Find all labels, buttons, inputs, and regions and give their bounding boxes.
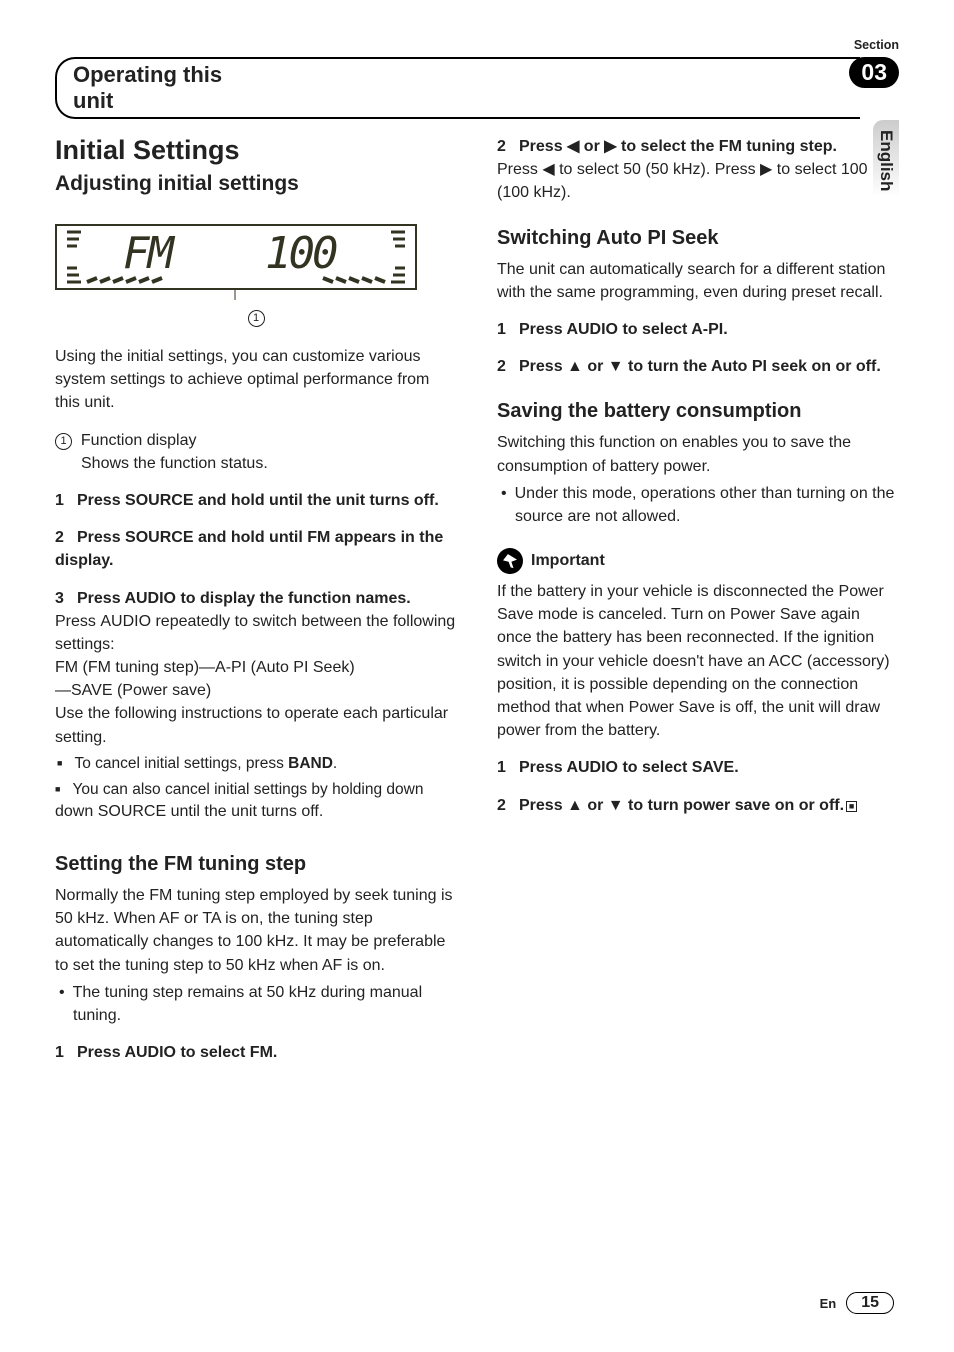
callout-ref-1: 1 xyxy=(248,310,265,327)
legend-ref-1: 1 xyxy=(55,433,72,450)
language-tab: English xyxy=(873,120,899,197)
intro-paragraph: Using the initial settings, you can cust… xyxy=(55,345,457,415)
settings-chain: FM (FM tuning step)—A-PI (Auto PI Seek)—… xyxy=(55,656,457,702)
header-row: Operating this unit 03 xyxy=(55,57,899,97)
end-of-topic-icon: ■ xyxy=(846,801,857,812)
legend-row: 1 Function display Shows the function st… xyxy=(55,429,457,475)
heading-auto-pi: Switching Auto PI Seek xyxy=(497,227,899,250)
fm-paragraph: Normally the FM tuning step employed by … xyxy=(55,884,457,977)
fm-step-2-body: Press ◀ to select 50 (50 kHz). Press ▶ t… xyxy=(497,158,899,204)
pi-paragraph: The unit can automatically search for a … xyxy=(497,258,899,304)
legend-title: Function display xyxy=(81,432,197,449)
important-label: Important xyxy=(531,552,605,570)
fm-note-bullet: The tuning step remains at 50 kHz during… xyxy=(55,981,457,1027)
important-paragraph: If the battery in your vehicle is discon… xyxy=(497,580,899,742)
heading-fm-step: Setting the FM tuning step xyxy=(55,853,457,876)
legend-desc: Shows the function status. xyxy=(81,452,268,475)
chapter-tab: Operating this unit xyxy=(55,57,860,119)
left-column: Initial Settings Adjusting initial setti… xyxy=(55,135,457,1064)
fm-step-2: 2Press ◀ or ▶ to select the FM tuning st… xyxy=(497,135,899,158)
save-step-1: 1Press AUDIO to select SAVE. xyxy=(497,756,899,779)
after-step3-c: Use the following instructions to operat… xyxy=(55,702,457,748)
footer: En 15 xyxy=(820,1292,894,1314)
save-paragraph: Switching this function on enables you t… xyxy=(497,431,899,477)
heading-battery: Saving the battery consumption xyxy=(497,400,899,423)
note-cancel-band: To cancel initial settings, press BAND. xyxy=(55,753,457,775)
save-bullet: Under this mode, operations other than t… xyxy=(497,482,899,528)
important-row: Important xyxy=(497,548,899,574)
step-2: 2Press SOURCE and hold until FM appears … xyxy=(55,526,457,572)
pi-step-2: 2Press ▲ or ▼ to turn the Auto PI seek o… xyxy=(497,355,899,378)
step-1: 1Press SOURCE and hold until the unit tu… xyxy=(55,489,457,512)
step-3: 3Press AUDIO to display the function nam… xyxy=(55,587,457,610)
heading-initial-settings: Initial Settings xyxy=(55,135,457,166)
lcd-display-illustration: FM 100 xyxy=(55,224,417,300)
footer-lang: En xyxy=(820,1296,837,1311)
page-number: 15 xyxy=(846,1292,894,1314)
pi-step-1: 1Press AUDIO to select A-PI. xyxy=(497,318,899,341)
note-cancel-source: You can also cancel initial settings by … xyxy=(55,779,457,801)
section-label: Section xyxy=(854,38,899,52)
save-step-2: 2Press ▲ or ▼ to turn power save on or o… xyxy=(497,794,899,817)
note-cancel-source-cont: down SOURCE until the unit turns off. xyxy=(55,800,457,823)
after-step3-a: Press AUDIO repeatedly to switch between… xyxy=(55,610,457,656)
svg-text:100: 100 xyxy=(265,228,337,279)
section-number-badge: 03 xyxy=(849,57,899,88)
important-icon xyxy=(497,548,523,574)
right-column: 2Press ◀ or ▶ to select the FM tuning st… xyxy=(497,135,899,1064)
display-callout: 1 xyxy=(55,309,457,327)
fm-step-1: 1Press AUDIO to select FM. xyxy=(55,1041,457,1064)
svg-text:FM: FM xyxy=(123,228,175,279)
heading-adjusting: Adjusting initial settings xyxy=(55,172,457,196)
